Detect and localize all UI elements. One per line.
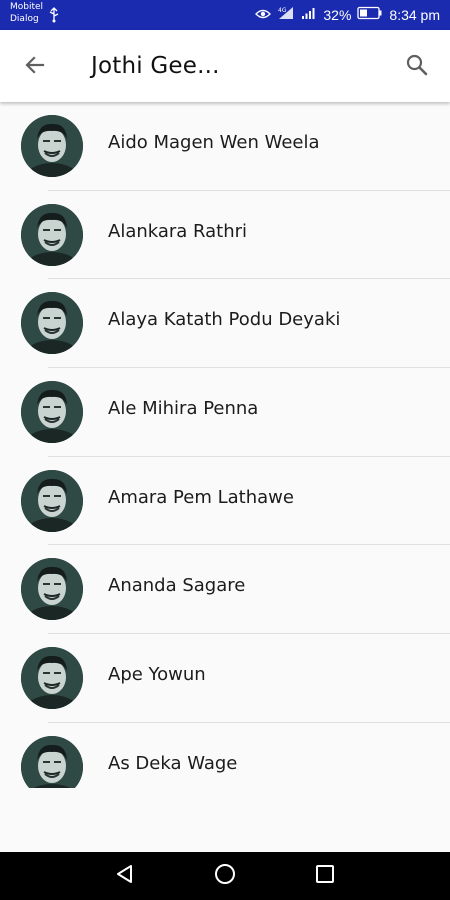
search-button[interactable] [400,50,434,84]
search-icon [405,53,429,82]
song-list-item[interactable]: Amara Pem Lathawe [0,457,450,546]
artist-avatar [21,647,83,710]
clock: 8:34 pm [389,6,440,23]
song-title: Ale Mihira Penna [108,398,259,420]
arrow-back-icon [23,53,47,82]
signal-icon [301,6,317,23]
battery-icon [357,6,383,23]
signal-4g-icon: 4G [277,6,295,23]
song-title: As Deka Wage [108,752,238,774]
home-circle-icon [213,862,237,891]
battery-percent: 32% [323,6,352,23]
artist-avatar [21,115,83,177]
song-title: Ape Yowun [108,664,206,686]
nav-home-button[interactable] [213,862,237,891]
back-triangle-icon [114,863,136,890]
song-title: Alaya Katath Podu Deyaki [108,309,341,331]
song-list-item[interactable]: Ape Yowun [0,634,450,723]
app-bar: Jothi Gee... [0,30,450,102]
song-title: Alankara Rathri [108,220,248,242]
status-bar: Mobitel Dialog 4G 32% 8:34 pm [0,0,450,30]
artist-avatar [21,381,83,444]
song-list-item[interactable]: Ale Mihira Penna [0,368,450,457]
artist-avatar [21,558,83,621]
song-list-item[interactable]: As Deka Wage [0,723,450,788]
song-list-item[interactable]: Alankara Rathri [0,191,450,280]
svg-text:4G: 4G [278,7,287,14]
carrier-names: Mobitel Dialog [10,1,43,25]
usb-icon [48,7,60,23]
status-icons: 4G 32% 8:34 pm [255,6,440,23]
artist-avatar [21,292,83,355]
song-list[interactable]: Aido Magen Wen Weela Alankara Rathri Alaya… [0,102,450,788]
navigation-bar [0,852,450,900]
recents-square-icon [314,863,336,890]
song-list-item[interactable]: Aido Magen Wen Weela [0,102,450,191]
artist-avatar [21,203,83,266]
song-title: Amara Pem Lathawe [108,486,294,508]
eye-icon [255,7,272,23]
song-title: Aido Magen Wen Weela [108,132,320,153]
back-button[interactable] [18,50,52,84]
nav-recents-button[interactable] [313,864,337,888]
nav-back-button[interactable] [113,864,137,888]
carrier-line-2: Dialog [10,14,39,24]
song-list-item[interactable]: Alaya Katath Podu Deyaki [0,279,450,369]
song-list-item[interactable]: Ananda Sagare [0,545,450,635]
carrier-line-1: Mobitel [10,2,44,12]
song-title: Ananda Sagare [108,575,246,597]
page-title: Jothi Gee... [91,53,220,79]
artist-avatar [21,469,83,532]
artist-avatar [21,735,83,788]
